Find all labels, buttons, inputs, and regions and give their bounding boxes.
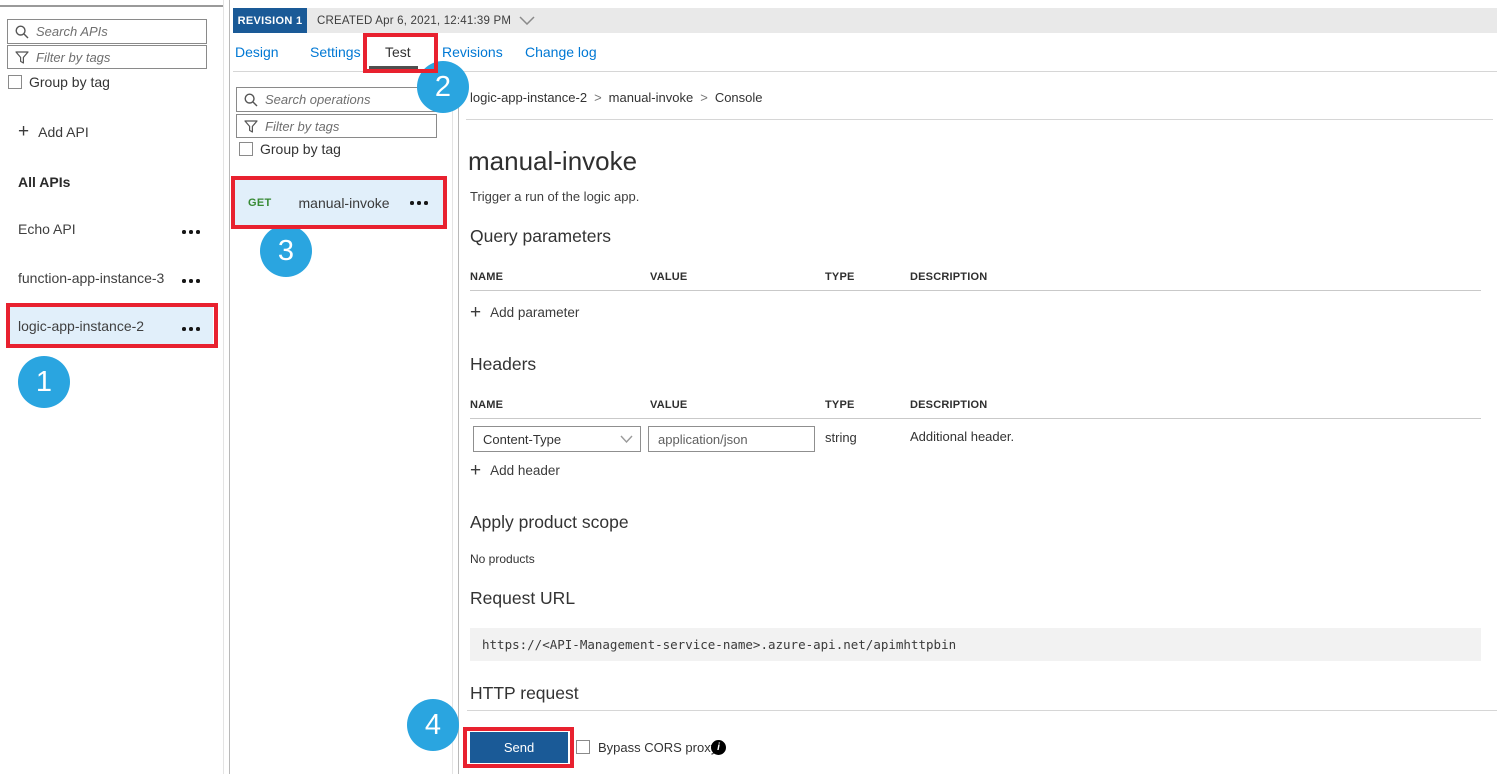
operation-method-badge: GET bbox=[248, 197, 272, 209]
send-button[interactable]: Send bbox=[470, 732, 568, 763]
add-api-label: Add API bbox=[38, 124, 89, 140]
header-type-cell: string bbox=[825, 430, 857, 445]
pane-divider bbox=[229, 0, 230, 774]
operation-name: manual-invoke bbox=[299, 195, 390, 211]
breadcrumb-separator: > bbox=[594, 90, 602, 105]
active-tab-underline bbox=[369, 66, 418, 70]
filter-operations-input[interactable] bbox=[265, 119, 429, 134]
callout-badge-step2: 2 bbox=[417, 61, 469, 113]
add-parameter-label: Add parameter bbox=[490, 305, 579, 320]
product-scope-heading: Apply product scope bbox=[470, 512, 629, 533]
add-header-label: Add header bbox=[490, 463, 560, 478]
breadcrumb-divider bbox=[466, 119, 1493, 120]
api-item-label: logic-app-instance-2 bbox=[18, 318, 144, 334]
revision-created-label[interactable]: CREATED Apr 6, 2021, 12:41:39 PM bbox=[317, 15, 511, 27]
api-list-item-function-app[interactable]: function-app-instance-3 bbox=[0, 259, 220, 296]
header-description-cell: Additional header. bbox=[910, 429, 1014, 444]
operations-group-by-tag-checkbox[interactable] bbox=[239, 142, 253, 156]
plus-icon: + bbox=[470, 464, 481, 478]
column-header-name: NAME bbox=[470, 271, 503, 283]
column-header-type: TYPE bbox=[825, 399, 855, 411]
tab-design[interactable]: Design bbox=[235, 44, 279, 60]
callout-badge-step3: 3 bbox=[260, 225, 312, 277]
tab-change-log[interactable]: Change log bbox=[525, 44, 597, 60]
callout-badge-step4: 4 bbox=[407, 699, 459, 751]
api-item-label: Echo API bbox=[18, 221, 76, 237]
add-parameter-button[interactable]: + Add parameter bbox=[470, 305, 579, 320]
filter-funnel-icon bbox=[15, 51, 29, 64]
console-divider bbox=[452, 71, 453, 774]
ellipsis-menu-icon[interactable] bbox=[182, 327, 203, 331]
console-divider bbox=[458, 71, 459, 774]
tab-settings[interactable]: Settings bbox=[310, 44, 361, 60]
request-url-text: https://<API-Management-service-name>.az… bbox=[482, 637, 956, 652]
table-header-divider bbox=[470, 418, 1481, 419]
api-item-label: function-app-instance-3 bbox=[18, 270, 164, 286]
column-header-description: DESCRIPTION bbox=[910, 399, 987, 411]
tab-test[interactable]: Test bbox=[385, 44, 411, 60]
header-name-value: Content-Type bbox=[483, 432, 561, 447]
no-products-text: No products bbox=[470, 552, 535, 566]
column-header-type: TYPE bbox=[825, 271, 855, 283]
request-url-box: https://<API-Management-service-name>.az… bbox=[470, 628, 1481, 661]
request-url-heading: Request URL bbox=[470, 588, 575, 609]
search-operations-box bbox=[236, 87, 437, 112]
column-header-description: DESCRIPTION bbox=[910, 271, 987, 283]
breadcrumb: logic-app-instance-2 > manual-invoke > C… bbox=[470, 90, 763, 105]
tab-revisions[interactable]: Revisions bbox=[442, 44, 503, 60]
callout-badge-step1: 1 bbox=[18, 356, 70, 408]
column-header-value: VALUE bbox=[650, 399, 687, 411]
api-list-item-echo[interactable]: Echo API bbox=[0, 210, 220, 247]
bypass-cors-checkbox[interactable] bbox=[576, 740, 590, 754]
http-request-divider bbox=[467, 710, 1497, 711]
http-request-heading: HTTP request bbox=[470, 683, 579, 704]
revision-bar: REVISION 1 CREATED Apr 6, 2021, 12:41:39… bbox=[233, 8, 1497, 33]
search-apis-box bbox=[7, 19, 207, 44]
search-icon bbox=[244, 93, 258, 107]
ellipsis-menu-icon[interactable] bbox=[410, 201, 431, 205]
group-by-tag-checkbox[interactable] bbox=[8, 75, 22, 89]
header-value-input[interactable] bbox=[649, 432, 814, 447]
chevron-down-icon[interactable] bbox=[519, 16, 535, 25]
search-operations-input[interactable] bbox=[265, 92, 429, 107]
plus-icon: + bbox=[18, 125, 29, 139]
page-description: Trigger a run of the logic app. bbox=[470, 189, 639, 204]
api-list-item-logic-app[interactable]: logic-app-instance-2 bbox=[7, 307, 213, 344]
all-apis-label[interactable]: All APIs bbox=[18, 174, 70, 190]
page-title: manual-invoke bbox=[468, 146, 637, 177]
apim-test-page: Group by tag + Add API All APIs Echo API… bbox=[0, 0, 1497, 774]
column-header-name: NAME bbox=[470, 399, 503, 411]
bypass-cors-label: Bypass CORS proxy bbox=[598, 740, 717, 755]
headers-heading: Headers bbox=[470, 354, 536, 375]
search-icon bbox=[15, 25, 29, 39]
revision-badge[interactable]: REVISION 1 bbox=[233, 8, 307, 33]
breadcrumb-console: Console bbox=[715, 90, 763, 105]
ellipsis-menu-icon[interactable] bbox=[182, 230, 203, 234]
filter-funnel-icon bbox=[244, 120, 258, 133]
breadcrumb-separator: > bbox=[700, 90, 708, 105]
info-icon[interactable]: i bbox=[711, 740, 726, 755]
filter-apis-input[interactable] bbox=[36, 50, 199, 65]
header-value-field bbox=[648, 426, 815, 452]
pane-top-border bbox=[0, 5, 224, 7]
add-header-button[interactable]: + Add header bbox=[470, 463, 560, 478]
plus-icon: + bbox=[470, 306, 481, 320]
search-apis-input[interactable] bbox=[36, 24, 199, 39]
column-header-value: VALUE bbox=[650, 271, 687, 283]
breadcrumb-operation[interactable]: manual-invoke bbox=[609, 90, 694, 105]
filter-apis-box bbox=[7, 45, 207, 69]
add-api-button[interactable]: + Add API bbox=[18, 124, 89, 140]
table-header-divider bbox=[470, 290, 1481, 291]
operations-group-by-tag-label: Group by tag bbox=[260, 141, 341, 157]
ellipsis-menu-icon[interactable] bbox=[182, 279, 203, 283]
breadcrumb-api[interactable]: logic-app-instance-2 bbox=[470, 90, 587, 105]
chevron-down-icon bbox=[620, 435, 633, 443]
group-by-tag-label: Group by tag bbox=[29, 74, 110, 90]
filter-operations-box bbox=[236, 114, 437, 138]
query-parameters-heading: Query parameters bbox=[470, 226, 611, 247]
header-name-select[interactable]: Content-Type bbox=[473, 426, 641, 452]
pane-divider bbox=[223, 0, 224, 774]
